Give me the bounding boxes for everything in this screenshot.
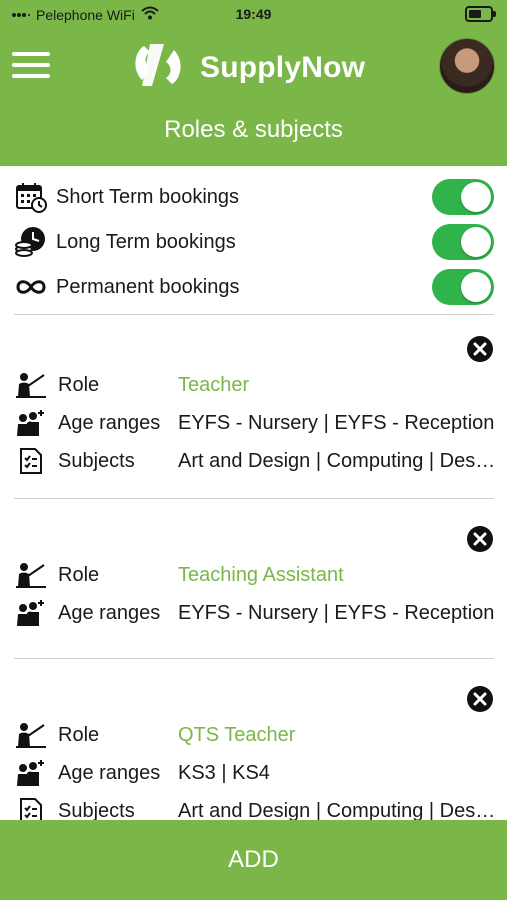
age-key: Age ranges [58, 761, 161, 784]
remove-role-button[interactable] [467, 526, 493, 552]
role-row: Role QTS Teacher [14, 717, 494, 753]
divider [14, 658, 494, 659]
age-key: Age ranges [58, 411, 161, 434]
role-key: Role [58, 373, 100, 396]
checklist-icon [14, 446, 48, 476]
booking-long-term: Long Term bookings [14, 222, 494, 262]
subjects-value: Art and Design | Computing | Design [178, 799, 496, 821]
long-term-toggle[interactable] [432, 224, 494, 260]
add-button[interactable]: ADD [0, 820, 507, 900]
role-key: Role [58, 563, 100, 586]
age-value: KS3 | KS4 [178, 761, 270, 784]
checklist-icon [14, 796, 48, 820]
battery-icon [465, 6, 496, 22]
app-logo: SupplyNow [130, 38, 365, 97]
age-value: EYFS - Nursery | EYFS - Reception [178, 601, 495, 624]
calendar-clock-icon [14, 180, 48, 214]
booking-permanent: Permanent bookings [14, 267, 494, 307]
booking-label: Short Term bookings [56, 185, 240, 208]
roles-content[interactable]: Short Term bookings Long Term bookings P… [0, 166, 507, 820]
booking-label: Long Term bookings [56, 230, 236, 253]
short-term-toggle[interactable] [432, 179, 494, 215]
subjects-row: Subjects Art and Design | Computing | De… [14, 793, 496, 821]
group-icon [14, 758, 48, 788]
age-key: Age ranges [58, 601, 161, 624]
role-key: Role [58, 723, 100, 746]
remove-role-button[interactable] [467, 686, 493, 712]
supplynow-logo-icon [130, 38, 186, 97]
brand-name: SupplyNow [200, 50, 366, 84]
role-value: Teaching Assistant [178, 563, 344, 586]
age-value: EYFS - Nursery | EYFS - Reception [178, 411, 495, 434]
permanent-toggle[interactable] [432, 269, 494, 305]
infinity-icon [14, 270, 48, 304]
status-bar: Pelephone WiFi 19:49 [0, 0, 507, 30]
group-icon [14, 408, 48, 438]
age-range-row: Age ranges EYFS - Nursery | EYFS - Recep… [14, 595, 494, 631]
remove-role-button[interactable] [467, 336, 493, 362]
divider [14, 314, 494, 315]
group-icon [14, 598, 48, 628]
age-range-row: Age ranges KS3 | KS4 [14, 755, 494, 791]
teacher-icon [14, 370, 48, 400]
role-value: Teacher [178, 373, 250, 396]
booking-label: Permanent bookings [56, 275, 240, 298]
menu-button[interactable] [12, 52, 50, 78]
teacher-icon [14, 720, 48, 750]
app-header: Pelephone WiFi 19:49 SupplyNow Roles & s… [0, 0, 507, 166]
status-time: 19:49 [235, 6, 272, 22]
subjects-key: Subjects [58, 799, 135, 821]
divider [14, 498, 494, 499]
subjects-row: Subjects Art and Design | Computing | De… [14, 443, 496, 479]
page-title: Roles & subjects [164, 116, 343, 143]
teacher-icon [14, 560, 48, 590]
booking-short-term: Short Term bookings [14, 177, 494, 217]
user-avatar[interactable] [439, 38, 495, 94]
role-row: Role Teacher [14, 367, 494, 403]
age-range-row: Age ranges EYFS - Nursery | EYFS - Recep… [14, 405, 494, 441]
role-row: Role Teaching Assistant [14, 557, 494, 593]
role-value: QTS Teacher [178, 723, 296, 746]
clock-coins-icon [14, 225, 48, 259]
subjects-value: Art and Design | Computing | Design [178, 449, 496, 472]
subjects-key: Subjects [58, 449, 135, 472]
